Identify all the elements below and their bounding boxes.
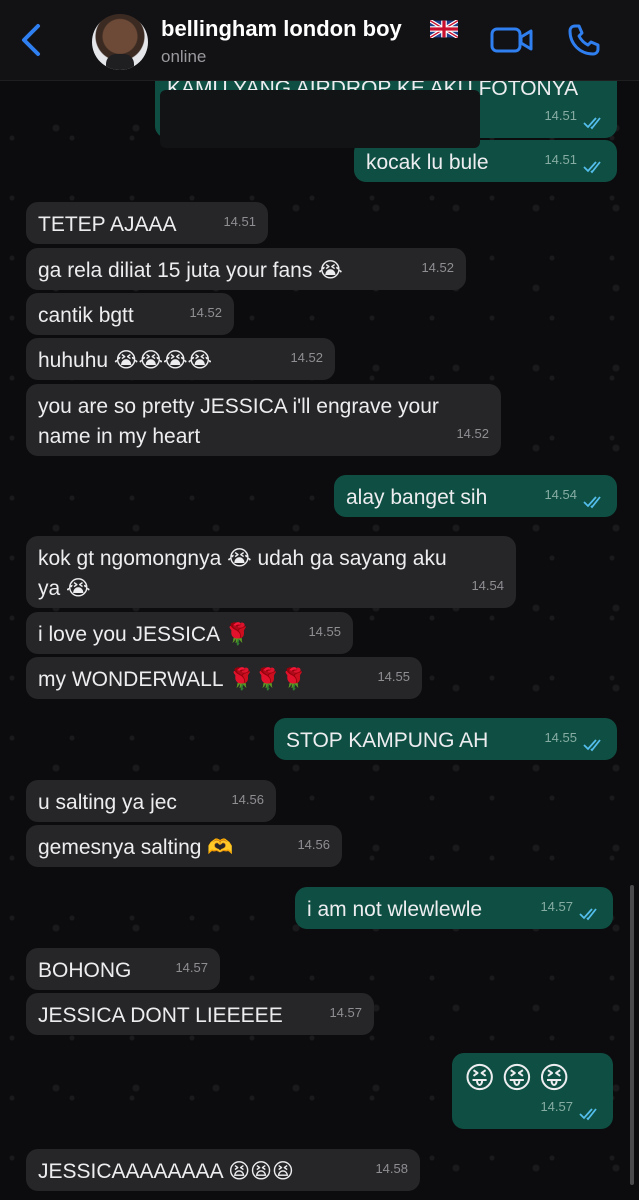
message-incoming[interactable]: u salting ya jec 14.56 <box>26 780 276 822</box>
message-incoming[interactable]: BOHONG 14.57 <box>26 948 220 990</box>
message-text: 😝😝😝 <box>464 1062 576 1095</box>
message-time: 14.55 <box>308 624 341 639</box>
message-list[interactable]: KAMU YANG AIRDROP KE AKU FOTONYA 14.51 k… <box>0 0 639 1200</box>
double-check-icon <box>583 161 601 174</box>
message-incoming[interactable]: my WONDERWALL 🌹🌹🌹 14.55 <box>26 657 422 699</box>
message-text: kok gt ngomongnya 😭 udah ga sayang aku y… <box>38 547 447 600</box>
message-incoming[interactable]: JESSICAAAAAAAA 😫😫😫 14.58 <box>26 1149 420 1191</box>
message-text: u salting ya jec <box>38 791 177 814</box>
double-check-icon <box>583 496 601 509</box>
message-time: 14.54 <box>471 578 504 593</box>
message-incoming[interactable]: JESSICA DONT LIEEEEE 14.57 <box>26 993 374 1035</box>
message-time: 14.52 <box>290 350 323 365</box>
message-time: 14.57 <box>540 1099 573 1114</box>
message-text: i love you JESSICA 🌹 <box>38 623 251 646</box>
double-check-icon <box>579 908 597 921</box>
redacted-area <box>160 90 480 148</box>
message-time: 14.52 <box>421 260 454 275</box>
message-time: 14.56 <box>231 792 264 807</box>
message-incoming[interactable]: TETEP AJAAA 14.51 <box>26 202 268 244</box>
message-text: you are so pretty JESSICA i'll engrave y… <box>38 395 439 448</box>
message-incoming[interactable]: kok gt ngomongnya 😭 udah ga sayang aku y… <box>26 536 516 608</box>
message-incoming[interactable]: huhuhu 😭😭😭😭 14.52 <box>26 338 335 380</box>
message-incoming[interactable]: i love you JESSICA 🌹 14.55 <box>26 612 353 654</box>
message-time: 14.57 <box>329 1005 362 1020</box>
message-time: 14.55 <box>544 730 577 745</box>
message-incoming[interactable]: you are so pretty JESSICA i'll engrave y… <box>26 384 501 456</box>
double-check-icon <box>579 1108 597 1121</box>
message-time: 14.58 <box>375 1161 408 1176</box>
chat-header: bellingham london boy online <box>0 0 639 81</box>
message-time: 14.51 <box>544 108 577 123</box>
scrollbar[interactable] <box>630 885 634 1185</box>
contact-name[interactable]: bellingham london boy <box>161 16 402 42</box>
contact-status: online <box>161 47 207 66</box>
message-time: 14.55 <box>377 669 410 684</box>
message-outgoing[interactable]: STOP KAMPUNG AH 14.55 <box>274 718 617 760</box>
message-time: 14.51 <box>544 152 577 167</box>
message-outgoing[interactable]: 😝😝😝 14.57 <box>452 1053 613 1129</box>
message-time: 14.56 <box>297 837 330 852</box>
message-outgoing[interactable]: alay banget sih 14.54 <box>334 475 617 517</box>
message-incoming[interactable]: ga rela diliat 15 juta your fans 😭 14.52 <box>26 248 466 290</box>
message-time: 14.57 <box>175 960 208 975</box>
message-text: my WONDERWALL 🌹🌹🌹 <box>38 668 308 691</box>
double-check-icon <box>583 739 601 752</box>
message-time: 14.52 <box>189 305 222 320</box>
message-text: ga rela diliat 15 juta your fans 😭 <box>38 259 343 282</box>
phone-icon[interactable] <box>566 22 602 58</box>
message-time: 14.54 <box>544 487 577 502</box>
message-text: JESSICA DONT LIEEEEE <box>38 1004 283 1027</box>
message-time: 14.57 <box>540 899 573 914</box>
message-time: 14.52 <box>456 426 489 441</box>
message-text: huhuhu 😭😭😭😭 <box>38 349 213 372</box>
message-text: gemesnya salting 🫶 <box>38 836 234 859</box>
chevron-left-icon[interactable] <box>14 20 48 60</box>
avatar[interactable] <box>92 14 148 70</box>
message-time: 14.51 <box>223 214 256 229</box>
double-check-icon <box>583 117 601 130</box>
message-outgoing[interactable]: i am not wlewlewle 14.57 <box>295 887 613 929</box>
message-text: JESSICAAAAAAAA 😫😫😫 <box>38 1160 294 1183</box>
video-camera-icon[interactable] <box>490 24 534 56</box>
message-incoming[interactable]: gemesnya salting 🫶 14.56 <box>26 825 342 867</box>
message-incoming[interactable]: cantik bgtt 14.52 <box>26 293 234 335</box>
uk-flag-icon <box>430 20 458 38</box>
